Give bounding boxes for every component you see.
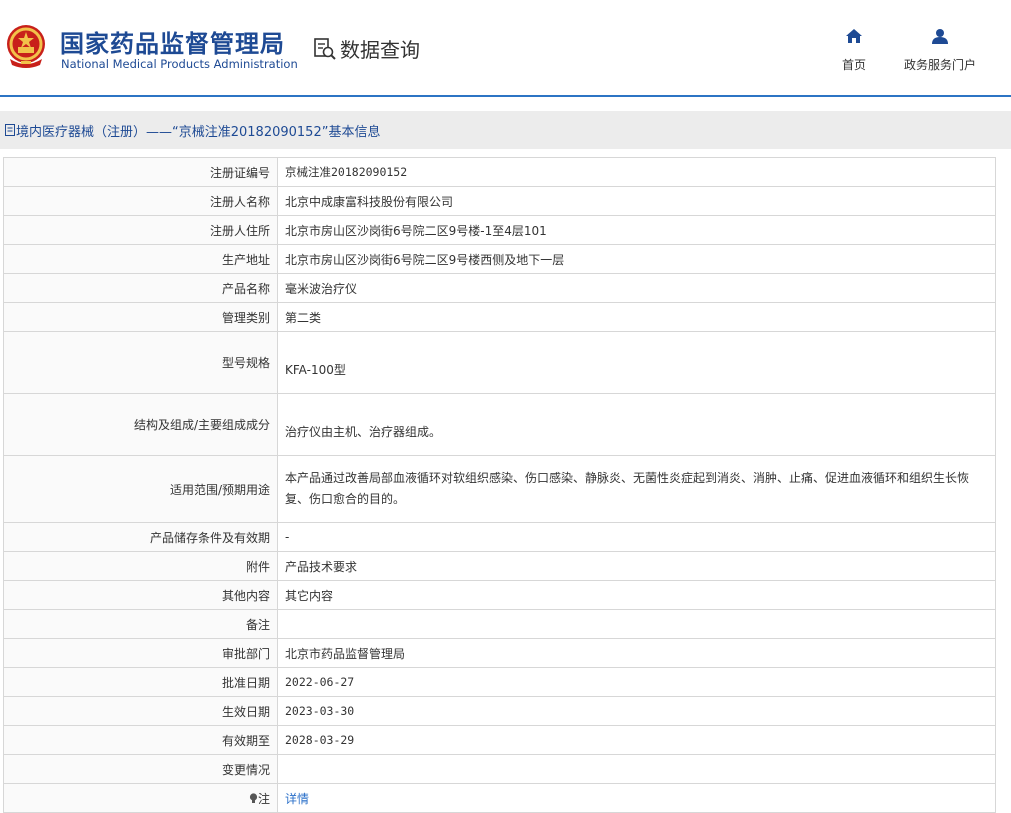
data-query-title: 数据查询 [312,34,420,63]
row-value: 2022-06-27 [277,667,996,697]
home-icon [846,29,862,43]
table-row: 有效期至 2028-03-29 [3,725,996,755]
row-value: 详情 [277,783,996,813]
row-value: 京械注准20182090152 [277,157,996,187]
row-value: 毫米波治疗仪 [277,273,996,303]
nav-service-portal[interactable]: 政务服务门户 [904,28,976,73]
device-info-table: 注册证编号 京械注准20182090152 注册人名称 北京中成康富科技股份有限公司… [3,157,996,813]
row-label: 适用范围/预期用途 [3,455,278,523]
nav-home-label: 首页 [842,58,867,72]
table-row: 结构及组成/主要组成成分 治疗仪由主机、治疗器组成。 [3,393,996,456]
table-row: 生效日期 2023-03-30 [3,696,996,726]
row-value: 第二类 [277,302,996,332]
lightbulb-icon [249,792,258,803]
table-row: 批准日期 2022-06-27 [3,667,996,697]
nav-home[interactable]: 首页 [842,28,866,73]
table-row: 适用范围/预期用途 本产品通过改善局部血液循环对软组织感染、伤口感染、静脉炎、无菌… [3,455,996,523]
table-row: 变更情况 [3,754,996,784]
row-label: 型号规格 [3,331,278,394]
row-value: 2028-03-29 [277,725,996,755]
table-row: 审批部门 北京市药品监督管理局 [3,638,996,668]
row-label: 注册人名称 [3,186,278,216]
row-label: 产品储存条件及有效期 [3,522,278,552]
row-label: 审批部门 [3,638,278,668]
org-name-cn: 国家药品监督管理局 [60,30,285,58]
row-label: 附件 [3,551,278,581]
row-value: 北京市房山区沙岗街6号院二区9号楼西侧及地下一层 [277,244,996,274]
table-row: 管理类别 第二类 [3,302,996,332]
row-label: 产品名称 [3,273,278,303]
row-value: KFA-100型 [277,331,996,394]
table-row: 产品储存条件及有效期 - [3,522,996,552]
table-row: 注册证编号 京械注准20182090152 [3,157,996,187]
header-divider [0,95,1011,97]
row-label: 注册人住所 [3,215,278,245]
document-search-icon [314,37,336,60]
row-label: 生产地址 [3,244,278,274]
row-value: 产品技术要求 [277,551,996,581]
note-label: 注 [257,791,270,806]
data-query-label: 数据查询 [340,38,420,62]
row-value: 北京市药品监督管理局 [277,638,996,668]
row-label: 注册证编号 [3,157,278,187]
table-row: 其他内容 其它内容 [3,580,996,610]
row-label: 其他内容 [3,580,278,610]
row-value: 治疗仪由主机、治疗器组成。 [277,393,996,456]
row-label: 生效日期 [3,696,278,726]
national-emblem-icon [7,25,45,68]
row-value: 本产品通过改善局部血液循环对软组织感染、伤口感染、静脉炎、无菌性炎症起到消炎、消… [277,455,996,523]
row-label: 结构及组成/主要组成成分 [3,393,278,456]
row-value: - [277,522,996,552]
document-icon [5,124,15,136]
breadcrumb-text: 境内医疗器械（注册）——“京械注准20182090152”基本信息 [16,124,381,140]
row-label: 变更情况 [3,754,278,784]
table-row: 产品名称 毫米波治疗仪 [3,273,996,303]
table-row: 注 详情 [3,783,996,813]
table-row: 注册人名称 北京中成康富科技股份有限公司 [3,186,996,216]
table-row: 生产地址 北京市房山区沙岗街6号院二区9号楼西侧及地下一层 [3,244,996,274]
user-icon [932,29,948,44]
table-row: 备注 [3,609,996,639]
row-value [277,754,996,784]
nav-service-portal-label: 政务服务门户 [904,58,977,72]
row-label: 管理类别 [3,302,278,332]
details-link[interactable]: 详情 [285,792,309,806]
row-label: 批准日期 [3,667,278,697]
table-row: 型号规格 KFA-100型 [3,331,996,394]
table-row: 注册人住所 北京市房山区沙岗街6号院二区9号楼-1至4层101 [3,215,996,245]
row-label: 备注 [3,609,278,639]
row-label-note: 注 [3,783,278,813]
row-value: 其它内容 [277,580,996,610]
org-name-en: National Medical Products Administration [61,57,298,71]
row-value: 2023-03-30 [277,696,996,726]
table-row: 附件 产品技术要求 [3,551,996,581]
row-value: 北京中成康富科技股份有限公司 [277,186,996,216]
site-header: 国家药品监督管理局 National Medical Products Admi… [0,0,1011,97]
breadcrumb: 境内医疗器械（注册）——“京械注准20182090152”基本信息 [0,111,1011,149]
row-label: 有效期至 [3,725,278,755]
row-value: 北京市房山区沙岗街6号院二区9号楼-1至4层101 [277,215,996,245]
row-value [277,609,996,639]
